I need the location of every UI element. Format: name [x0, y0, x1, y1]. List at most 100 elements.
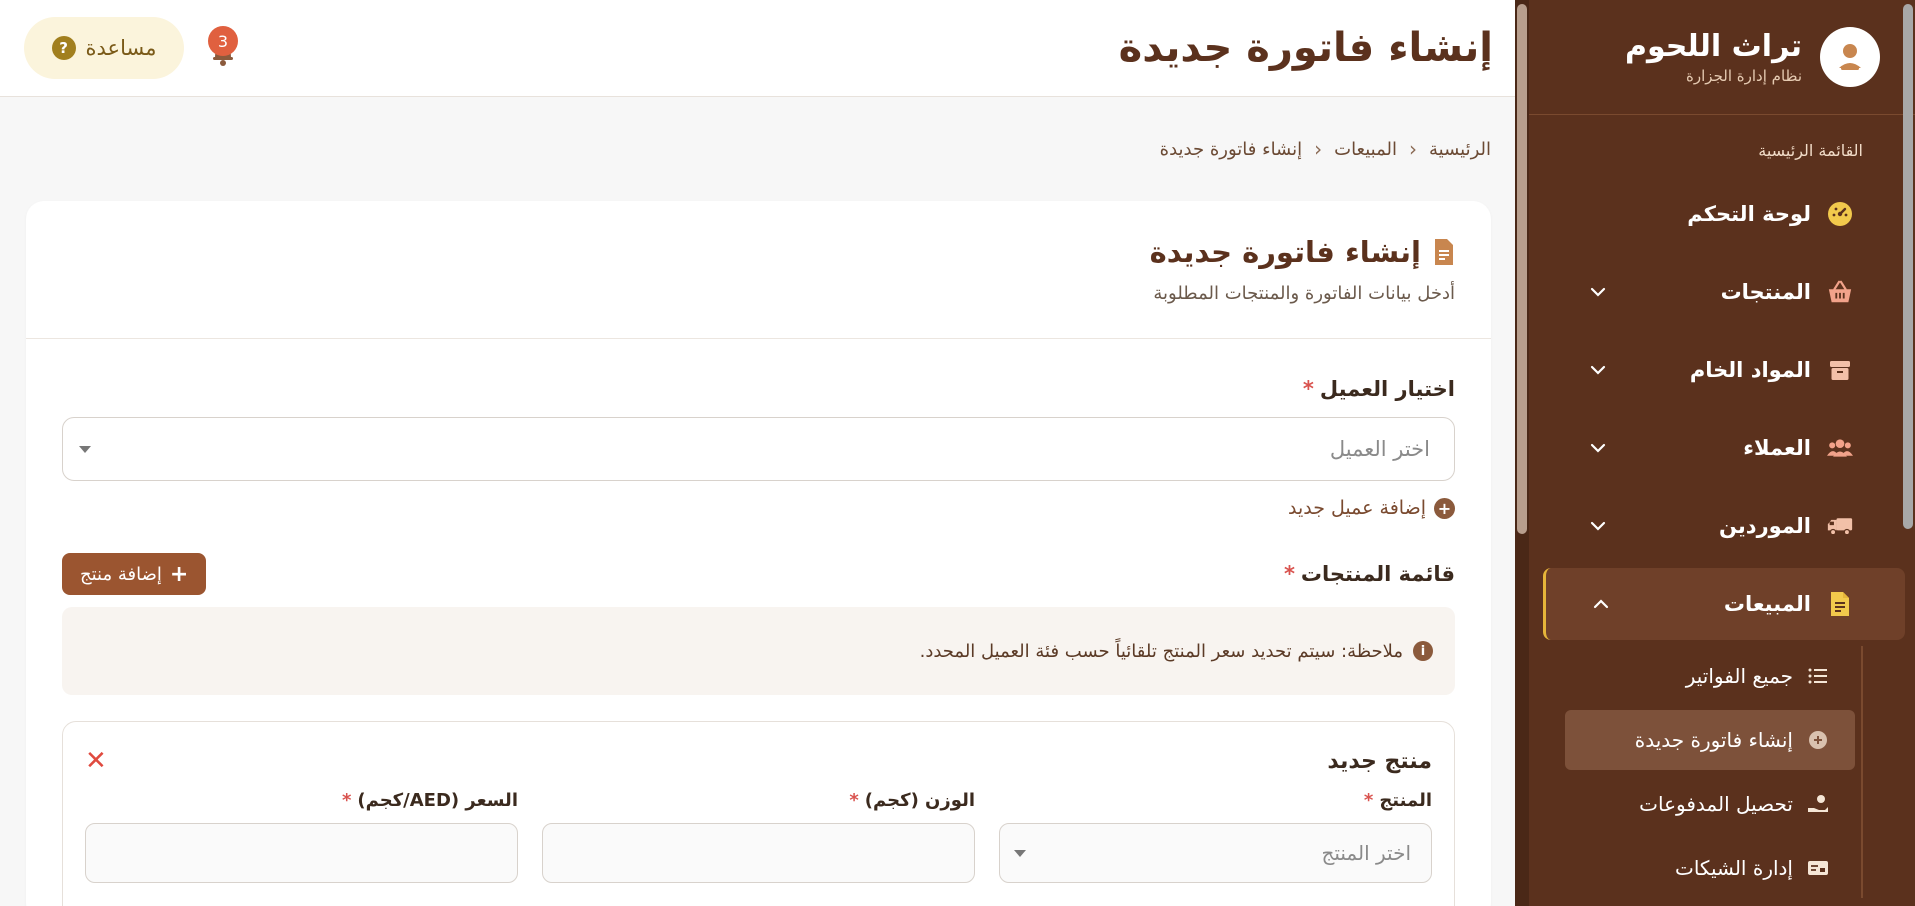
remove-product-button[interactable]: ✕ — [85, 746, 107, 776]
sidebar-scrollbar[interactable] — [1515, 0, 1529, 906]
price-input[interactable] — [85, 823, 518, 883]
add-customer-link[interactable]: + إضافة عميل جديد — [1288, 497, 1455, 519]
sidebar-subitem-label: تحصيل المدفوعات — [1639, 792, 1793, 816]
sidebar-item-label: لوحة التحكم — [1687, 202, 1811, 226]
box-icon — [1827, 357, 1853, 383]
notifications-button[interactable]: 3 — [206, 26, 240, 68]
weight-label-text: الوزن (كجم) — [864, 790, 975, 811]
sidebar-item-label: العملاء — [1743, 436, 1811, 460]
submenu-line — [1861, 646, 1863, 898]
product-card-header: منتج جديد ✕ — [85, 746, 1432, 776]
sidebar-item-suppliers[interactable]: الموردين — [1561, 490, 1915, 562]
invoice-form-card: إنشاء فاتورة جديدة أدخل بيانات الفاتورة … — [26, 201, 1491, 906]
product-label-text: المنتج — [1379, 790, 1432, 811]
breadcrumb: الرئيسية ‹ المبيعات ‹ إنشاء فاتورة جديدة — [26, 97, 1491, 201]
sidebar-item-label: المبيعات — [1723, 592, 1811, 616]
chevron-down-icon — [1590, 365, 1606, 375]
product-select-placeholder: اختر المنتج — [1321, 841, 1411, 865]
breadcrumb-sales[interactable]: المبيعات — [1334, 139, 1397, 160]
required-marker: * — [1302, 377, 1314, 401]
sidebar-item-label: المواد الخام — [1689, 358, 1811, 382]
add-product-button[interactable]: + إضافة منتج — [62, 553, 207, 595]
breadcrumb-current: إنشاء فاتورة جديدة — [1159, 138, 1303, 160]
basket-icon — [1827, 279, 1853, 305]
card-body: اختيار العميل* اختر العميل + إضافة عميل … — [26, 339, 1491, 906]
top-header: إنشاء فاتورة جديدة مساعدة ? 3 — [0, 0, 1515, 97]
logo-icon — [1820, 27, 1880, 87]
brand-title: تراث اللحوم — [1624, 29, 1802, 64]
notification-badge: 3 — [208, 26, 238, 56]
customer-select-placeholder: اختر العميل — [1329, 437, 1430, 461]
customer-select[interactable]: اختر العميل — [62, 417, 1455, 481]
list-icon — [1807, 665, 1829, 687]
plus-circle-icon — [1807, 729, 1829, 751]
sidebar-item-raw-materials[interactable]: المواد الخام — [1561, 334, 1915, 406]
users-icon — [1827, 435, 1853, 461]
hand-coins-icon — [1807, 793, 1829, 815]
page-scrollbar-thumb[interactable] — [1903, 4, 1913, 529]
weight-label: الوزن (كجم)* — [542, 790, 975, 811]
sidebar: تراث اللحوم نظام إدارة الجزارة القائمة ا… — [1515, 0, 1915, 906]
sidebar-subitem-label: جميع الفواتير — [1685, 664, 1793, 688]
sidebar-item-label: الموردين — [1719, 514, 1811, 538]
product-item-card: منتج جديد ✕ المنتج* اختر المنتج الوزن (ك… — [62, 721, 1455, 906]
chevron-up-icon — [1593, 599, 1609, 609]
product-card-title: منتج جديد — [1327, 748, 1432, 774]
sidebar-section-label: القائمة الرئيسية — [1758, 141, 1863, 160]
card-title: إنشاء فاتورة جديدة — [62, 235, 1455, 269]
required-marker: * — [1283, 562, 1295, 586]
product-label: المنتج* — [999, 790, 1432, 811]
invoice-icon — [1827, 591, 1853, 617]
caret-down-icon — [1014, 849, 1026, 857]
main-content: الرئيسية ‹ المبيعات ‹ إنشاء فاتورة جديدة… — [0, 97, 1515, 906]
required-marker: * — [1363, 790, 1374, 811]
breadcrumb-home[interactable]: الرئيسية — [1429, 139, 1491, 160]
product-field: المنتج* اختر المنتج — [999, 790, 1432, 883]
sidebar-item-sales[interactable]: المبيعات — [1543, 568, 1905, 640]
products-header: قائمة المنتجات* + إضافة منتج — [62, 553, 1455, 595]
page-scrollbar[interactable] — [1901, 0, 1915, 906]
customer-label-text: اختيار العميل — [1319, 377, 1455, 401]
caret-down-icon — [79, 445, 91, 453]
sidebar-scrollbar-thumb[interactable] — [1517, 4, 1527, 534]
sidebar-item-customers[interactable]: العملاء — [1561, 412, 1915, 484]
pricing-note: i ملاحظة: سيتم تحديد سعر المنتج تلقائياً… — [62, 607, 1455, 695]
add-product-label: إضافة منتج — [80, 563, 162, 585]
customer-label: اختيار العميل* — [62, 377, 1455, 401]
sidebar-subitem-label: إدارة الشيكات — [1674, 856, 1793, 880]
products-label-text: قائمة المنتجات — [1300, 562, 1455, 586]
weight-input[interactable] — [542, 823, 975, 883]
sidebar-subitem-collect-payments[interactable]: تحصيل المدفوعات — [1565, 774, 1855, 834]
question-icon: ? — [51, 36, 76, 60]
help-button[interactable]: مساعدة ? — [24, 17, 184, 79]
info-icon: i — [1413, 641, 1433, 661]
truck-icon — [1827, 513, 1853, 539]
required-marker: * — [341, 790, 352, 811]
product-fields: المنتج* اختر المنتج الوزن (كجم)* السعر (… — [85, 790, 1432, 883]
pricing-note-text: ملاحظة: سيتم تحديد سعر المنتج تلقائياً ح… — [919, 640, 1403, 662]
required-marker: * — [849, 790, 859, 811]
sidebar-item-label: المنتجات — [1720, 280, 1811, 304]
dashboard-icon — [1827, 201, 1853, 227]
sales-submenu: جميع الفواتير إنشاء فاتورة جديدة تحصيل ا… — [1565, 646, 1863, 898]
price-label-text: السعر (AED/كجم) — [357, 790, 518, 811]
sidebar-item-products[interactable]: المنتجات — [1561, 256, 1915, 328]
card-header: إنشاء فاتورة جديدة أدخل بيانات الفاتورة … — [26, 201, 1491, 339]
price-field: السعر (AED/كجم)* — [85, 790, 518, 883]
products-label: قائمة المنتجات* — [1284, 562, 1455, 586]
plus-icon: + — [169, 561, 189, 587]
product-select[interactable]: اختر المنتج — [999, 823, 1432, 883]
sidebar-subitem-label: إنشاء فاتورة جديدة — [1634, 728, 1793, 752]
brand-subtitle: نظام إدارة الجزارة — [1686, 67, 1802, 85]
chevron-down-icon — [1590, 287, 1606, 297]
sidebar-subitem-manage-cheques[interactable]: إدارة الشيكات — [1565, 838, 1855, 898]
chevron-left-icon: ‹ — [1314, 137, 1323, 161]
chevron-down-icon — [1590, 521, 1606, 531]
weight-field: الوزن (كجم)* — [542, 790, 975, 883]
sidebar-subitem-all-invoices[interactable]: جميع الفواتير — [1565, 646, 1855, 706]
plus-circle-icon: + — [1434, 497, 1455, 519]
sidebar-item-dashboard[interactable]: لوحة التحكم — [1561, 178, 1915, 250]
add-customer-label: إضافة عميل جديد — [1288, 497, 1426, 519]
sidebar-subitem-create-invoice[interactable]: إنشاء فاتورة جديدة — [1565, 710, 1855, 770]
brand[interactable]: تراث اللحوم نظام إدارة الجزارة — [1515, 0, 1915, 115]
